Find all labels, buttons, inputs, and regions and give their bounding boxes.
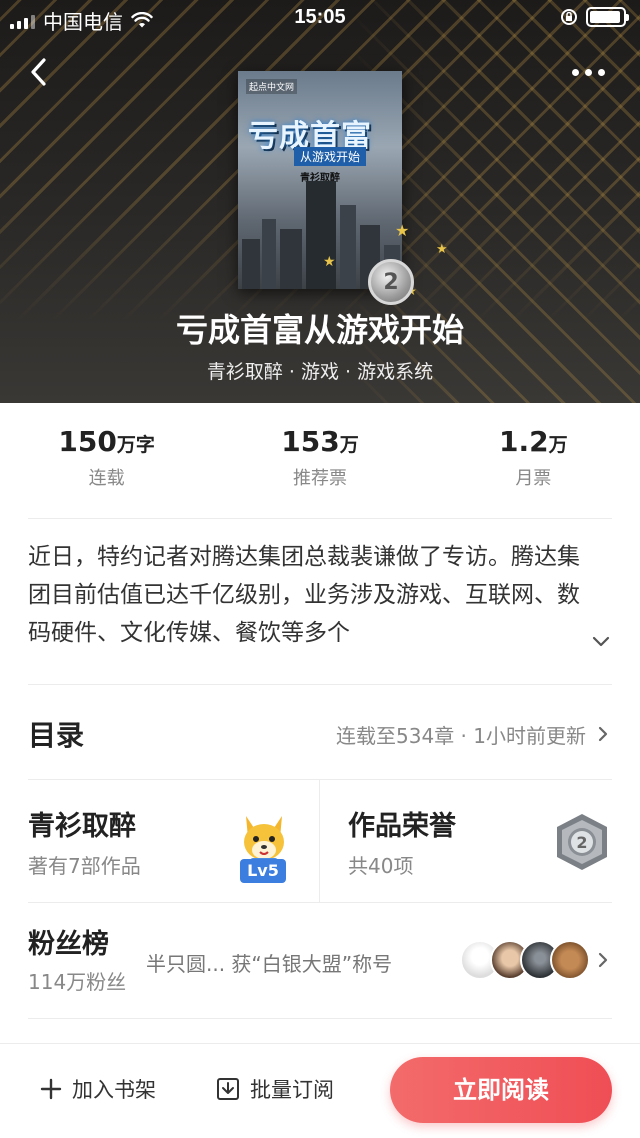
download-icon xyxy=(217,1078,239,1100)
honor-title: 作品荣誉 xyxy=(348,811,456,842)
fans-title: 粉丝榜 xyxy=(28,929,109,960)
book-title: 亏成首富从游戏开始 xyxy=(175,311,464,349)
rank-badge-icon: 2 xyxy=(368,259,414,305)
add-to-shelf-button[interactable]: 加入书架 xyxy=(40,1074,156,1104)
star-icon: ★ xyxy=(436,242,448,257)
author-works-count: 著有7部作品 xyxy=(28,854,141,878)
divider xyxy=(28,518,612,519)
stat-label: 连载 xyxy=(88,468,125,489)
chevron-right-icon xyxy=(598,726,608,742)
fans-count: 114万粉丝 xyxy=(28,970,127,994)
fan-avatar xyxy=(550,940,590,980)
plus-icon xyxy=(40,1078,62,1100)
stat-monthly-votes[interactable]: 1.2万 月票 xyxy=(427,425,640,495)
stat-recommend-votes[interactable]: 153万 推荐票 xyxy=(213,425,426,495)
dot xyxy=(598,68,605,76)
stat-unit: 万字 xyxy=(116,434,155,456)
dot xyxy=(585,68,592,76)
stat-word-count: 150万字 连载 xyxy=(0,425,213,495)
chevron-right-icon xyxy=(598,952,608,968)
book-header: 中国电信 15:05 起点中文网 亏成首富 从游戏开始 青衫取醉 ★ ★ ★ 2… xyxy=(0,0,640,403)
bottom-action-bar: 加入书架 批量订阅 立即阅读 xyxy=(0,1043,640,1138)
honor-medal-icon: 2 xyxy=(557,814,607,870)
expand-chevron-down-icon[interactable] xyxy=(590,630,612,652)
stat-label: 推荐票 xyxy=(292,468,347,489)
honor-badge-number: 2 xyxy=(576,833,587,852)
fans-message: 半只圆... 获“白银大盟”称号 xyxy=(146,952,393,976)
fan-avatars xyxy=(460,940,590,980)
stats-row: 150万字 连载 153万 推荐票 1.2万 月票 xyxy=(0,425,640,495)
fans-ranking-row[interactable]: 粉丝榜 114万粉丝 半只圆... 获“白银大盟”称号 xyxy=(28,920,612,1000)
batch-subscribe-label: 批量订阅 xyxy=(250,1078,334,1102)
status-bar: 中国电信 15:05 xyxy=(0,0,640,36)
toc-title: 目录 xyxy=(28,719,85,752)
stat-label: 月票 xyxy=(515,468,552,489)
book-meta[interactable]: 青衫取醉 · 游戏 · 游戏系统 xyxy=(0,357,640,384)
toc-update-info: 连载至534章 · 1小时前更新 xyxy=(336,724,586,748)
stat-value: 1.2 xyxy=(499,425,549,458)
book-intro[interactable]: 近日，特约记者对腾达集团总裁裴谦做了专访。腾达集团目前估值已达千亿级别，业务涉及… xyxy=(28,538,593,656)
cover-publisher-mark: 起点中文网 xyxy=(246,79,298,94)
author-level-badge: Lv5 xyxy=(240,859,286,883)
star-icon: ★ xyxy=(395,221,410,240)
divider xyxy=(28,684,612,685)
rotation-lock-icon xyxy=(561,9,577,25)
cover-subtitle: 从游戏开始 xyxy=(294,147,367,166)
divider xyxy=(28,902,612,903)
divider xyxy=(28,1018,612,1019)
read-now-button[interactable]: 立即阅读 xyxy=(390,1057,612,1123)
clock: 15:05 xyxy=(294,6,346,28)
dot xyxy=(572,68,579,76)
stat-value: 150 xyxy=(58,425,117,458)
stat-value: 153 xyxy=(281,425,340,458)
author-card[interactable]: 青衫取醉 著有7部作品 Lv5 xyxy=(28,780,318,902)
table-of-contents-row[interactable]: 目录 连载至534章 · 1小时前更新 xyxy=(28,708,612,758)
more-button[interactable] xyxy=(572,60,612,84)
star-icon: ★ xyxy=(323,254,336,270)
author-name: 青衫取醉 xyxy=(28,811,136,842)
stat-unit: 万 xyxy=(339,434,359,456)
battery-icon xyxy=(586,7,629,27)
batch-subscribe-button[interactable]: 批量订阅 xyxy=(216,1074,334,1104)
book-cover[interactable]: 起点中文网 亏成首富 从游戏开始 青衫取醉 xyxy=(238,71,402,289)
add-to-shelf-label: 加入书架 xyxy=(72,1078,156,1102)
author-honor-row: 青衫取醉 著有7部作品 Lv5 作品荣誉 共40项 2 xyxy=(28,780,612,902)
back-button[interactable] xyxy=(24,56,56,88)
honor-count: 共40项 xyxy=(348,854,414,878)
stat-unit: 万 xyxy=(548,434,568,456)
